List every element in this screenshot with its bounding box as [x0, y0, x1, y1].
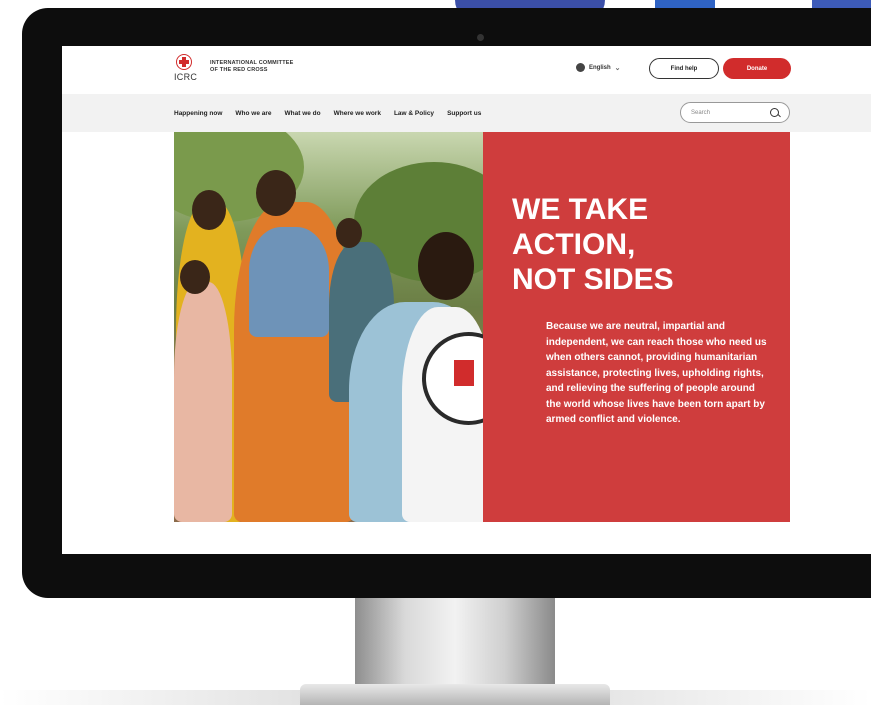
webcam-icon [477, 34, 484, 41]
org-name-line1: INTERNATIONAL COMMITTEE [210, 60, 294, 66]
nav-item-where-we-work[interactable]: Where we work [334, 110, 381, 117]
nav-item-law-policy[interactable]: Law & Policy [394, 110, 434, 117]
hero-title-line3: NOT SIDES [512, 263, 674, 296]
icrc-logo[interactable]: ICRC [174, 54, 204, 82]
donate-button[interactable]: Donate [723, 58, 791, 79]
woman-blue-shawl [249, 227, 329, 337]
main-navigation: Happening now Who we are What we do Wher… [62, 94, 871, 132]
nav-items: Happening now Who we are What we do Wher… [174, 94, 481, 132]
search-input[interactable]: Search [680, 102, 790, 123]
hero-panel: WE TAKE ACTION, NOT SIDES Because we are… [483, 132, 790, 522]
logo-abbreviation: ICRC [174, 72, 198, 82]
monitor-stand-base [300, 684, 610, 705]
site-header: ICRC INTERNATIONAL COMMITTEE OF THE RED … [62, 46, 871, 94]
language-label: English [589, 64, 611, 71]
person-head [256, 170, 296, 216]
nav-item-happening-now[interactable]: Happening now [174, 110, 222, 117]
language-selector[interactable]: English ⌄ [576, 63, 621, 72]
person-head [192, 190, 226, 230]
hero-photo [174, 132, 483, 522]
search-icon[interactable] [770, 108, 779, 117]
nav-item-who-we-are[interactable]: Who we are [235, 110, 271, 117]
hero-title: WE TAKE ACTION, NOT SIDES [512, 192, 772, 297]
organization-name: INTERNATIONAL COMMITTEE OF THE RED CROSS [210, 60, 294, 74]
find-help-button[interactable]: Find help [649, 58, 719, 79]
red-cross-mark [454, 360, 474, 386]
hero-body-text: Because we are neutral, impartial and in… [546, 321, 767, 425]
red-cross-logo-icon [176, 54, 192, 70]
person-head [336, 218, 362, 248]
hero-title-line2: ACTION, [512, 228, 636, 261]
globe-icon [576, 63, 585, 72]
hero-title-line1: WE TAKE [512, 193, 649, 226]
monitor-stand-neck [355, 598, 555, 693]
org-name-line2: OF THE RED CROSS [210, 67, 268, 73]
browser-screen: ICRC INTERNATIONAL COMMITTEE OF THE RED … [62, 46, 871, 554]
search-placeholder: Search [691, 109, 711, 116]
person-head [180, 260, 210, 294]
child-pink-dress [174, 282, 232, 522]
nav-item-what-we-do[interactable]: What we do [285, 110, 321, 117]
nav-item-support-us[interactable]: Support us [447, 110, 481, 117]
chevron-down-icon: ⌄ [614, 64, 621, 72]
aid-worker-head [418, 232, 474, 300]
